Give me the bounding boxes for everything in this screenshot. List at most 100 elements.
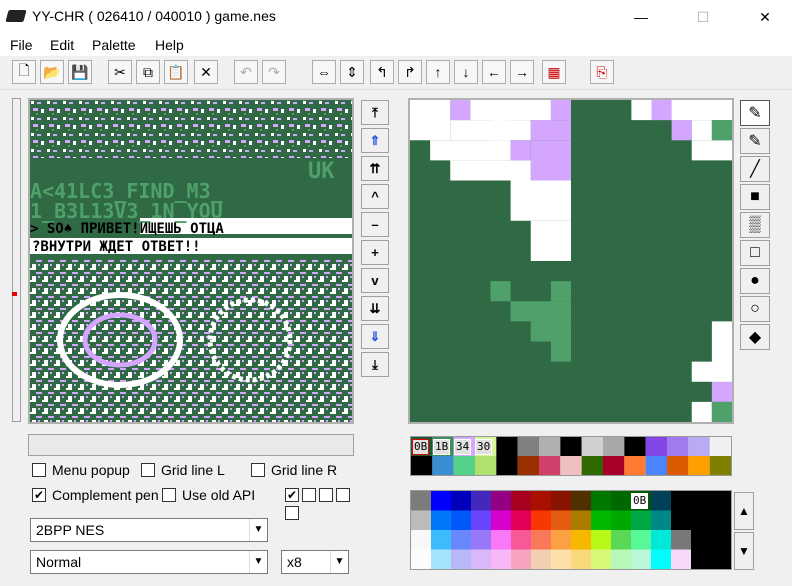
pattern-rect-tool-button[interactable]: ▒	[740, 212, 770, 238]
save-button[interactable]: 💾	[68, 60, 92, 84]
fill-tool-button[interactable]: ◆	[740, 324, 770, 350]
delete-button[interactable]: ✕	[194, 60, 218, 84]
menu-palette[interactable]: Palette	[92, 37, 136, 53]
scroll-bottom-button[interactable]: ⤓	[361, 352, 389, 377]
master-palette-swatch	[651, 549, 671, 569]
complement-pen-box[interactable]: ✔	[32, 488, 46, 502]
rotate-right-button[interactable]: ↱	[398, 60, 422, 84]
scroll-top-button[interactable]: ⤒	[361, 100, 389, 125]
master-palette[interactable]: 0B	[410, 490, 732, 570]
master-palette-swatch	[551, 549, 571, 569]
use-old-api-box[interactable]	[162, 488, 176, 502]
menu-help[interactable]: Help	[155, 37, 184, 53]
scroll-fast-up-button[interactable]: ⇈	[361, 156, 389, 181]
master-palette-swatch	[411, 491, 431, 511]
brush-icon: ✎	[748, 133, 762, 150]
jump-button[interactable]: ⎘	[590, 60, 614, 84]
tile-pixels	[410, 100, 732, 422]
pen-tool-button[interactable]: ✎	[740, 100, 770, 126]
scroll-page-down-button[interactable]: ⇓	[361, 324, 389, 349]
redo-button[interactable]: ↷	[262, 60, 286, 84]
master-palette-swatch	[471, 491, 491, 511]
zoom-select[interactable]: x8 ▼	[281, 550, 349, 574]
palette-set-button[interactable]: ▦	[542, 60, 566, 84]
menu-popup-checkbox[interactable]: Menu popup	[32, 462, 130, 478]
scroll-plus-button[interactable]: +	[361, 240, 389, 265]
current-palette[interactable]: 0B 1B 34 30	[410, 436, 732, 476]
line-tool-button[interactable]: ╱	[740, 156, 770, 182]
menu-edit[interactable]: Edit	[50, 37, 74, 53]
shift-left-button[interactable]: ←	[482, 60, 506, 84]
address-scrollbar[interactable]	[12, 98, 21, 422]
grid-line-l-box[interactable]	[141, 463, 155, 477]
scroll-up-button[interactable]: ^	[361, 184, 389, 209]
rotate-left-button[interactable]: ↰	[370, 60, 394, 84]
master-palette-swatch	[471, 510, 491, 530]
copy-button[interactable]: ⧉	[136, 60, 160, 84]
shift-right-button[interactable]: →	[510, 60, 534, 84]
shift-up-button[interactable]: ↑	[426, 60, 450, 84]
menu-file[interactable]: File	[10, 37, 33, 53]
undo-button[interactable]: ↶	[234, 60, 258, 84]
filled-rect-tool-button[interactable]: ■	[740, 184, 770, 210]
master-palette-swatch	[671, 510, 691, 530]
scroll-minus-button[interactable]: –	[361, 212, 389, 237]
open-file-button[interactable]: 📂	[40, 60, 64, 84]
format-select[interactable]: 2BPP NES ▼	[30, 518, 268, 542]
mode-select[interactable]: Normal ▼	[30, 550, 268, 574]
filled-circle-tool-button[interactable]: ●	[740, 268, 770, 294]
pattern-table-view[interactable]: UK A<41LC3_FIND_M3_ 1_B3L13V3_1N_YOU > S…	[28, 98, 354, 424]
new-file-button[interactable]: 🗋	[12, 60, 36, 84]
status-field	[28, 434, 354, 456]
palette-index-1[interactable]: 1B	[433, 439, 451, 455]
use-old-api-label: Use old API	[182, 487, 256, 503]
copy-icon: ⧉	[143, 63, 153, 80]
brush-tool-button[interactable]: ✎	[740, 128, 770, 154]
minimize-button[interactable]: —	[618, 0, 664, 34]
palette-flag-5-checkbox[interactable]	[285, 506, 299, 520]
chevron-down-icon: ▼	[249, 551, 267, 573]
scroll-fast-down-button[interactable]: ⇊	[361, 296, 389, 321]
grid-line-r-box[interactable]	[251, 463, 265, 477]
flip-vertical-button[interactable]: ⇕	[340, 60, 364, 84]
palette-flag-4-checkbox[interactable]	[336, 488, 350, 502]
palette-scroll-up[interactable]: ▲	[734, 492, 754, 530]
palette-index-0[interactable]: 0B	[412, 439, 430, 455]
scroll-down-button[interactable]: v	[361, 268, 389, 293]
master-palette-swatch	[491, 510, 511, 530]
cut-button[interactable]: ✂	[108, 60, 132, 84]
palette-swatch	[539, 437, 561, 456]
palette-index-3[interactable]: 30	[475, 439, 493, 455]
menu-bar: File Edit Palette Help	[0, 34, 792, 56]
palette-flag-1-checkbox[interactable]: ✔	[285, 488, 299, 502]
grid-line-r-checkbox[interactable]: Grid line R	[251, 462, 337, 478]
palette-scroll-down[interactable]: ▼	[734, 532, 754, 570]
master-palette-swatch	[571, 530, 591, 550]
palette-swatch	[624, 437, 646, 456]
flip-horizontal-button[interactable]: ⇔	[312, 60, 336, 84]
triangle-down-icon: ▼	[738, 544, 750, 558]
palette-flag-3-checkbox[interactable]	[319, 488, 333, 502]
shift-down-button[interactable]: ↓	[454, 60, 478, 84]
circle-tool-button[interactable]: ○	[740, 296, 770, 322]
master-palette-swatch	[691, 530, 711, 550]
master-palette-swatch	[631, 530, 651, 550]
master-palette-swatches	[411, 491, 731, 569]
use-old-api-checkbox[interactable]: Use old API	[162, 487, 255, 503]
master-palette-swatch	[511, 510, 531, 530]
scroll-page-up-button[interactable]: ⇑	[361, 128, 389, 153]
menu-popup-box[interactable]	[32, 463, 46, 477]
complement-pen-checkbox[interactable]: ✔ Complement pen	[32, 487, 159, 503]
tile-editor-canvas[interactable]	[408, 98, 734, 424]
grid-line-l-label: Grid line L	[161, 462, 225, 478]
rect-tool-button[interactable]: □	[740, 240, 770, 266]
grid-line-l-checkbox[interactable]: Grid line L	[141, 462, 225, 478]
menu-popup-label: Menu popup	[52, 462, 130, 478]
master-palette-swatch	[511, 530, 531, 550]
palette-flag-2-checkbox[interactable]	[302, 488, 316, 502]
rotate-right-icon: ↱	[404, 63, 416, 80]
close-button[interactable]: ✕	[742, 0, 788, 34]
paste-button[interactable]: 📋	[164, 60, 188, 84]
palette-index-2[interactable]: 34	[454, 439, 472, 455]
maximize-button[interactable]: ☐	[680, 0, 726, 34]
